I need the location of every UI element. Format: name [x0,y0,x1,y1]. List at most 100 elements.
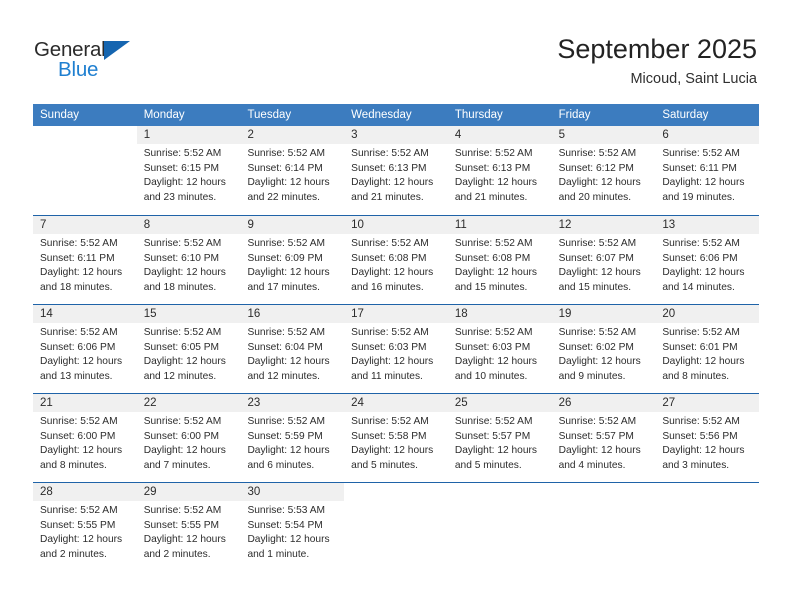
calendar-day-cell[interactable]: 22 Sunrise: 5:52 AM Sunset: 6:00 PM Dayligh… [137,394,241,482]
day-number: 16 [247,308,261,320]
day-number: 10 [351,219,364,231]
calendar-day-cell[interactable]: 23 Sunrise: 5:52 AM Sunset: 5:59 PM Dayligh… [240,394,344,482]
sunrise-text: Sunrise: 5:53 AM [247,505,326,516]
sunrise-text: Sunrise: 5:52 AM [143,505,222,516]
day-number: 21 [40,397,53,409]
calendar-day-cell[interactable]: 20 Sunrise: 5:52 AM Sunset: 6:01 PM Dayligh… [655,305,759,393]
daylight-text: Daylight: 12 hours [247,267,330,279]
sunrise-text: Sunrise: 5:52 AM [558,327,637,338]
daylight-text-cont: and 14 minutes. [662,281,735,293]
calendar-day-cell[interactable]: 5 Sunrise: 5:52 AM Sunset: 6:12 PM Daylight… [552,126,656,215]
day-number: 23 [247,397,261,409]
weekday-header-wednesday: Wednesday [351,109,412,121]
daylight-text: Daylight: 12 hours [40,267,123,279]
daylight-text: Daylight: 12 hours [454,356,537,368]
day-sun-info: Sunrise: 5:52 AM Sunset: 6:08 PM Daylight:… [351,237,445,295]
week-day-cells: 21 Sunrise: 5:52 AM Sunset: 6:00 PM Dayligh… [33,394,759,482]
calendar-day-cell[interactable]: 29 Sunrise: 5:52 AM Sunset: 5:55 PM Dayligh… [137,483,241,574]
calendar-day-cell[interactable]: 16 Sunrise: 5:52 AM Sunset: 6:04 PM Dayligh… [240,305,344,393]
calendar-day-cell[interactable]: 1 Sunrise: 5:52 AM Sunset: 6:15 PM Daylight… [137,126,241,215]
calendar-day-cell[interactable]: 18 Sunrise: 5:52 AM Sunset: 6:03 PM Dayligh… [448,305,552,393]
sunrise-text: Sunrise: 5:52 AM [662,327,740,338]
sunset-text: Sunset: 5:55 PM [40,519,116,531]
daylight-text-cont: and 23 minutes. [143,191,217,203]
day-number: 1 [143,129,151,141]
calendar-day-cell[interactable]: 21 Sunrise: 5:52 AM Sunset: 6:00 PM Dayligh… [33,394,137,482]
day-number: 20 [662,308,676,320]
calendar-day-cell[interactable]: 28 Sunrise: 5:52 AM Sunset: 5:55 PM Dayligh… [33,483,137,574]
weekday-header-row: Sunday Monday Tuesday Wednesday Thursday Frid… [33,104,759,126]
calendar-day-cell[interactable]: 6 Sunrise: 5:52 AM Sunset: 6:11 PM Daylight… [655,126,759,215]
daylight-text-cont: and 21 minutes. [454,191,528,203]
calendar-day-cell[interactable]: 27 Sunrise: 5:52 AM Sunset: 5:56 PM Dayligh… [655,394,759,482]
week-day-cells: 14 Sunrise: 5:52 AM Sunset: 6:06 PM Dayligh… [33,305,759,393]
calendar-week-row: 28 Sunrise: 5:52 AM Sunset: 5:55 PM Dayligh… [33,482,759,574]
daylight-text: Daylight: 12 hours [143,534,226,546]
page-header: General Blue September 2025 Micoud, Sain… [0,0,792,100]
weekday-header-monday: Monday [143,109,185,121]
daylight-text: Daylight: 12 hours [351,356,434,368]
daylight-text-cont: and 18 minutes. [40,281,113,293]
daylight-text-cont: and 1 minute. [247,548,310,560]
calendar-day-cell[interactable]: 13 Sunrise: 5:52 AM Sunset: 6:06 PM Dayligh… [655,216,759,304]
calendar-day-cell[interactable]: 11 Sunrise: 5:52 AM Sunset: 6:08 PM Dayligh… [448,216,552,304]
day-number: 18 [454,308,468,320]
day-number: 7 [40,219,47,231]
sunset-text: Sunset: 5:56 PM [662,430,738,442]
sunset-text: Sunset: 6:06 PM [662,252,738,264]
day-sun-info: Sunrise: 5:52 AM Sunset: 6:09 PM Daylight:… [247,237,341,295]
sunrise-text: Sunrise: 5:52 AM [351,327,429,338]
sunrise-text: Sunrise: 5:52 AM [351,148,429,159]
day-number: 26 [558,397,572,409]
daylight-text: Daylight: 12 hours [558,267,641,279]
day-number: 28 [40,486,53,498]
day-sun-info: Sunrise: 5:52 AM Sunset: 6:12 PM Daylight:… [559,147,653,205]
calendar-day-cell[interactable]: 2 Sunrise: 5:52 AM Sunset: 6:14 PM Daylight… [240,126,344,215]
daylight-text: Daylight: 12 hours [351,177,434,189]
day-number: 27 [662,397,676,409]
daylight-text-cont: and 10 minutes. [454,370,528,382]
calendar-day-cell[interactable]: 10 Sunrise: 5:52 AM Sunset: 6:08 PM Dayligh… [344,216,448,304]
day-sun-info: Sunrise: 5:52 AM Sunset: 6:03 PM Daylight:… [351,326,445,384]
calendar-day-cell[interactable]: 3 Sunrise: 5:52 AM Sunset: 6:13 PM Daylight… [344,126,448,215]
day-sun-info: Sunrise: 5:52 AM Sunset: 6:11 PM Daylight:… [662,147,756,205]
sunrise-text: Sunrise: 5:52 AM [247,238,326,249]
calendar-day-cell[interactable]: 15 Sunrise: 5:52 AM Sunset: 6:05 PM Dayligh… [137,305,241,393]
calendar-week-row: 7 Sunrise: 5:52 AM Sunset: 6:11 PM Daylight… [33,215,759,304]
calendar-day-cell[interactable]: 24 Sunrise: 5:52 AM Sunset: 5:58 PM Dayligh… [344,394,448,482]
calendar-day-cell[interactable]: 7 Sunrise: 5:52 AM Sunset: 6:11 PM Daylight… [33,216,137,304]
calendar-day-cell[interactable]: 19 Sunrise: 5:52 AM Sunset: 6:02 PM Dayligh… [552,305,656,393]
day-sun-info: Sunrise: 5:52 AM Sunset: 5:55 PM Daylight:… [40,504,134,562]
calendar-day-cell[interactable]: 14 Sunrise: 5:52 AM Sunset: 6:06 PM Dayligh… [33,305,137,393]
day-number: 15 [143,308,157,320]
sunset-text: Sunset: 6:03 PM [351,341,427,353]
daylight-text-cont: and 17 minutes. [247,281,320,293]
sunset-text: Sunset: 6:11 PM [40,252,115,264]
calendar-day-cell[interactable]: 25 Sunrise: 5:52 AM Sunset: 5:57 PM Dayligh… [448,394,552,482]
daylight-text-cont: and 15 minutes. [454,281,528,293]
calendar-day-cell[interactable]: 8 Sunrise: 5:52 AM Sunset: 6:10 PM Daylight… [137,216,241,304]
day-number: 8 [143,219,151,231]
sunrise-text: Sunrise: 5:52 AM [454,327,533,338]
general-blue-logo[interactable]: General Blue [34,38,154,84]
daylight-text: Daylight: 12 hours [143,177,226,189]
calendar-day-cell[interactable]: 9 Sunrise: 5:52 AM Sunset: 6:09 PM Daylight… [240,216,344,304]
daylight-text-cont: and 13 minutes. [40,370,113,382]
day-sun-info: Sunrise: 5:52 AM Sunset: 6:05 PM Daylight:… [144,326,238,384]
sunset-text: Sunset: 6:13 PM [454,162,531,174]
calendar-day-cell[interactable]: 4 Sunrise: 5:52 AM Sunset: 6:13 PM Daylight… [448,126,552,215]
calendar-day-cell[interactable]: 26 Sunrise: 5:52 AM Sunset: 5:57 PM Dayligh… [552,394,656,482]
daylight-text: Daylight: 12 hours [454,177,537,189]
daylight-text-cont: and 9 minutes. [558,370,626,382]
daylight-text-cont: and 15 minutes. [558,281,632,293]
calendar-day-cell[interactable]: 12 Sunrise: 5:52 AM Sunset: 6:07 PM Dayligh… [552,216,656,304]
calendar-day-cell[interactable]: 30 Sunrise: 5:53 AM Sunset: 5:54 PM Dayligh… [240,483,344,574]
daylight-text: Daylight: 12 hours [247,356,330,368]
day-number: 2 [247,129,254,141]
weekday-header-tuesday: Tuesday [247,109,292,121]
calendar-day-cell[interactable]: 17 Sunrise: 5:52 AM Sunset: 6:03 PM Dayligh… [344,305,448,393]
sunset-text: Sunset: 6:13 PM [351,162,427,174]
sunrise-text: Sunrise: 5:52 AM [247,416,326,427]
sunrise-text: Sunrise: 5:52 AM [662,148,740,159]
sunrise-text: Sunrise: 5:52 AM [247,148,326,159]
